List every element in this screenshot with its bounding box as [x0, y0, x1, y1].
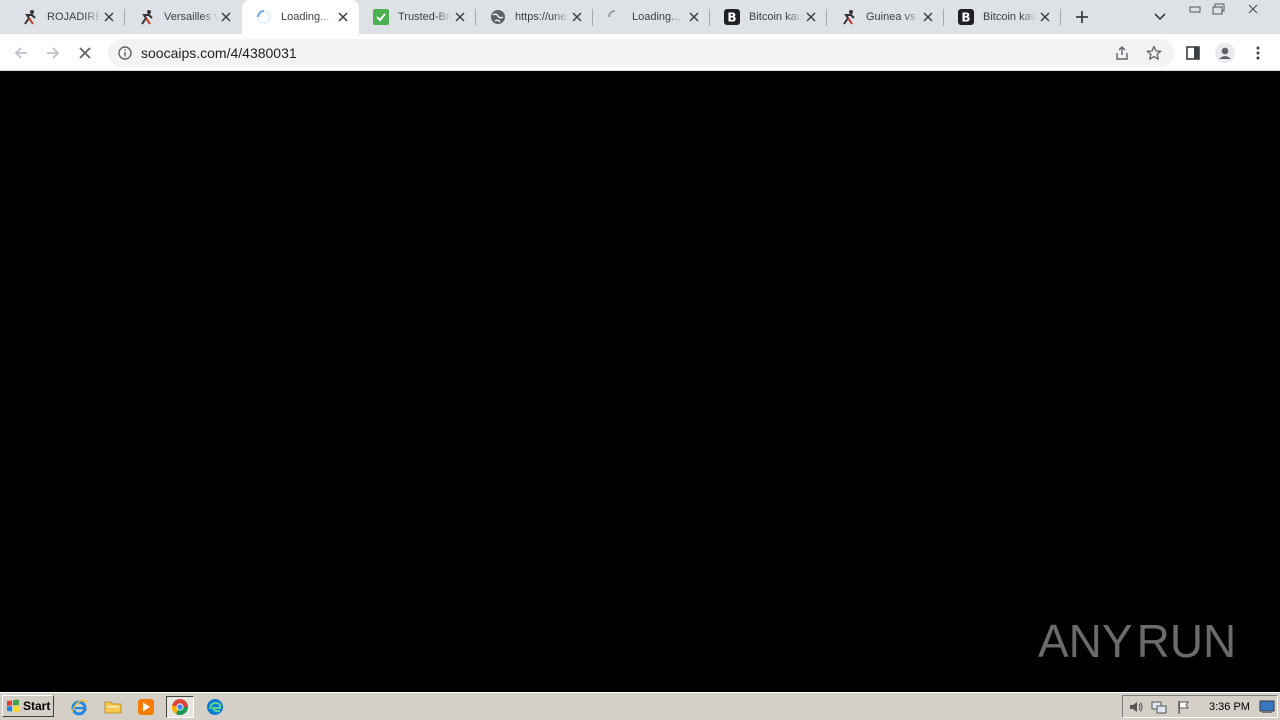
- loading-spinner-icon: [607, 9, 623, 25]
- tab-loading-active[interactable]: Loading...: [242, 0, 359, 34]
- tab-title: ROJADIRECTA: [47, 11, 101, 23]
- bitcoin-b-icon: B: [958, 9, 974, 25]
- side-panel-icon: [1186, 46, 1200, 60]
- minimize-icon: [1189, 6, 1201, 12]
- bookmark-star-icon[interactable]: [1145, 44, 1163, 62]
- media-player-icon: [138, 699, 154, 715]
- tab-title: Versailles vs: [164, 11, 218, 23]
- tab-title: https://unex: [515, 11, 569, 23]
- kebab-menu-icon: [1256, 46, 1260, 60]
- start-button[interactable]: Start: [2, 695, 54, 717]
- close-icon[interactable]: [452, 9, 468, 25]
- watermark-text-right: RUN: [1136, 615, 1237, 667]
- tab-versailles[interactable]: Versailles vs: [125, 0, 242, 34]
- close-icon[interactable]: [569, 9, 585, 25]
- file-explorer-button[interactable]: [102, 696, 124, 718]
- close-icon[interactable]: [803, 9, 819, 25]
- info-icon[interactable]: [117, 45, 133, 61]
- tab-bitcoin-2[interactable]: B Bitcoin kaufen: [944, 0, 1061, 34]
- svg-text:B: B: [727, 11, 736, 25]
- close-icon: [1248, 4, 1258, 13]
- anyrun-watermark: ANY RUN: [1038, 608, 1237, 674]
- close-icon[interactable]: [218, 9, 234, 25]
- media-player-button[interactable]: [135, 696, 157, 718]
- menu-button[interactable]: [1246, 41, 1270, 65]
- tab-loading[interactable]: Loading...: [593, 0, 710, 34]
- flag-icon[interactable]: [1176, 699, 1192, 715]
- windows-logo-icon: [7, 699, 19, 712]
- globe-icon: [490, 9, 506, 25]
- tab-title: Loading...: [632, 11, 681, 23]
- chevron-down-icon: [1154, 13, 1166, 21]
- forward-button[interactable]: [41, 41, 65, 65]
- volume-icon[interactable]: [1128, 699, 1144, 715]
- loading-spinner-icon: [256, 9, 272, 25]
- tab-title: Trusted-Broker: [398, 11, 452, 23]
- tab-trusted-broker[interactable]: Trusted-Broker: [359, 0, 476, 34]
- show-desktop-icon[interactable]: [1259, 699, 1275, 715]
- close-icon[interactable]: [1037, 9, 1053, 25]
- page-content: ANY RUN: [0, 72, 1280, 692]
- green-shield-icon: [373, 9, 389, 25]
- tab-title: Guinea vs M: [866, 11, 920, 23]
- tab-bitcoin-1[interactable]: B Bitcoin kaufen: [710, 0, 827, 34]
- restore-icon: [1212, 3, 1225, 14]
- plus-icon: [1076, 11, 1088, 23]
- bitcoin-b-icon: B: [724, 9, 740, 25]
- svg-text:B: B: [961, 11, 970, 25]
- tab-title: Bitcoin kaufen: [983, 11, 1037, 23]
- stop-loading-button[interactable]: [73, 41, 97, 65]
- tab-separator: [1060, 9, 1061, 26]
- new-tab-button[interactable]: [1072, 7, 1092, 27]
- tab-title: Loading...: [281, 11, 330, 23]
- tab-unex[interactable]: https://unex: [476, 0, 593, 34]
- arrow-right-icon: [47, 47, 60, 59]
- folder-icon: [104, 701, 122, 714]
- tab-strip: ROJADIRECTA Versailles vs Loading... Tru…: [0, 0, 1280, 34]
- close-icon[interactable]: [686, 9, 702, 25]
- internet-explorer-icon: [71, 699, 88, 716]
- avatar-icon: [1215, 43, 1235, 63]
- close-icon[interactable]: [101, 9, 117, 25]
- network-icon[interactable]: [1151, 699, 1167, 715]
- tab-search-button[interactable]: [1151, 8, 1169, 26]
- stop-icon: [79, 47, 91, 59]
- internet-explorer-button[interactable]: [68, 696, 90, 718]
- system-tray: 3:36 PM: [1122, 695, 1278, 718]
- taskbar: Start 3:36 PM: [0, 692, 1280, 720]
- url-text[interactable]: soocaips.com/4/4380031: [141, 45, 297, 61]
- edge-button[interactable]: [204, 696, 226, 718]
- side-panel-button[interactable]: [1181, 41, 1205, 65]
- back-button[interactable]: [9, 41, 33, 65]
- close-icon[interactable]: [335, 9, 351, 25]
- soccer-player-icon: [139, 9, 155, 25]
- tab-title: Bitcoin kaufen: [749, 11, 803, 23]
- minimize-button[interactable]: [1184, 1, 1206, 16]
- profile-button[interactable]: [1213, 41, 1237, 65]
- watermark-text-left: ANY: [1038, 615, 1133, 667]
- tab-rojadirecta[interactable]: ROJADIRECTA: [8, 0, 125, 34]
- edge-icon: [207, 699, 223, 715]
- soccer-player-icon: [22, 9, 38, 25]
- address-bar[interactable]: soocaips.com/4/4380031: [108, 39, 1174, 67]
- soccer-player-icon: [841, 9, 857, 25]
- share-icon[interactable]: [1113, 44, 1131, 62]
- tab-guinea[interactable]: Guinea vs M: [827, 0, 944, 34]
- chrome-button[interactable]: [166, 696, 194, 718]
- chrome-icon: [171, 699, 188, 716]
- start-label: Start: [23, 699, 51, 713]
- clock: 3:36 PM: [1209, 701, 1250, 713]
- close-icon[interactable]: [920, 9, 936, 25]
- close-window-button[interactable]: [1242, 1, 1264, 16]
- arrow-left-icon: [14, 47, 27, 59]
- restore-button[interactable]: [1208, 1, 1230, 16]
